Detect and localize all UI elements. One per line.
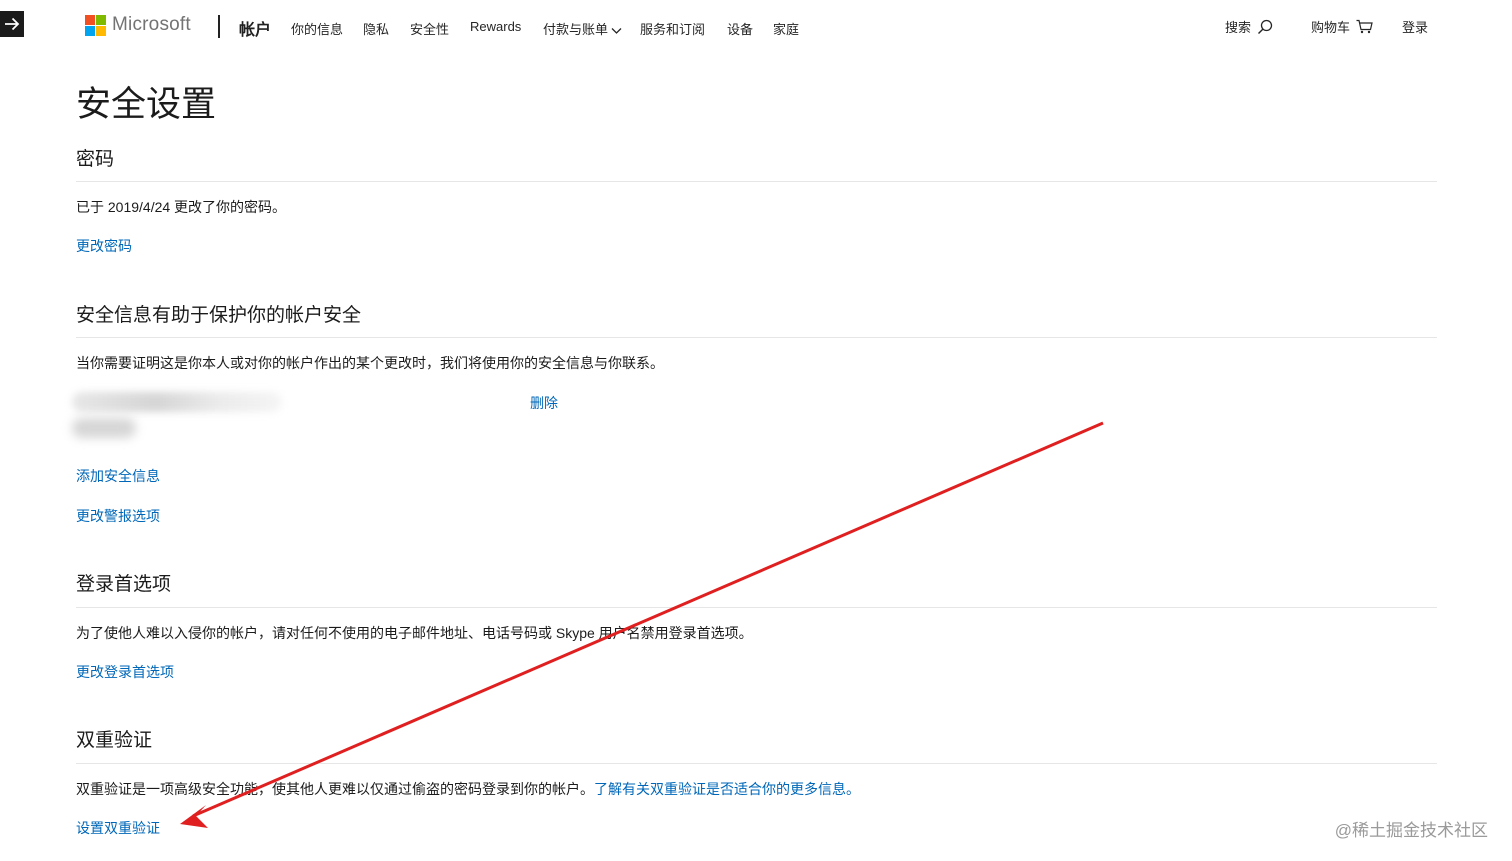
exit-button[interactable] — [0, 11, 24, 37]
add-security-info-link[interactable]: 添加安全信息 — [76, 466, 160, 486]
security-info-section-title: 安全信息有助于保护你的帐户安全 — [76, 305, 362, 326]
search-button[interactable]: 搜索 — [1225, 17, 1273, 36]
header-divider — [218, 15, 220, 38]
security-info-description: 当你需要证明这是你本人或对你的帐户作出的某个更改时，我们将使用你的安全信息与你联… — [76, 355, 664, 371]
redacted-contact-info — [72, 392, 282, 412]
nav-item-privacy[interactable]: 隐私 — [363, 19, 389, 38]
change-signin-prefs-link[interactable]: 更改登录首选项 — [76, 662, 174, 682]
nav-item-label: Rewards — [470, 19, 522, 34]
nav-item-family[interactable]: 家庭 — [773, 19, 799, 38]
nav-item-label: 付款与账单 — [543, 22, 609, 37]
cart-label: 购物车 — [1311, 20, 1351, 35]
annotation-arrow — [180, 421, 1104, 828]
chevron-down-icon — [611, 27, 622, 34]
nav-item-label: 隐私 — [363, 22, 390, 37]
cart-button[interactable]: 购物车 — [1311, 17, 1373, 36]
nav-item-security[interactable]: 安全性 — [410, 19, 449, 38]
nav-item-devices[interactable]: 设备 — [727, 19, 753, 38]
two-step-description: 双重验证是一项高级安全功能，使其他人更难以仅通过偷盗的密码登录到你的帐户。 — [76, 781, 594, 797]
two-step-learn-more-link[interactable]: 了解有关双重验证是否适合你的更多信息。 — [594, 781, 860, 797]
signin-label: 登录 — [1402, 20, 1429, 35]
nav-item-label: 服务和订阅 — [640, 22, 706, 37]
password-section-title: 密码 — [76, 149, 115, 170]
two-step-section-title: 双重验证 — [76, 730, 153, 751]
search-label: 搜索 — [1225, 20, 1252, 35]
nav-item-label: 安全性 — [410, 22, 450, 37]
nav-item-label: 家庭 — [773, 22, 800, 37]
signin-prefs-description: 为了使他人难以入侵你的帐户，请对任何不使用的电子邮件地址、电话号码或 Skype… — [76, 625, 753, 641]
signin-link[interactable]: 登录 — [1402, 17, 1428, 36]
microsoft-logo-icon — [85, 14, 106, 36]
search-icon — [1258, 19, 1273, 34]
password-status-text: 已于 2019/4/24 更改了你的密码。 — [76, 199, 287, 215]
section-divider — [76, 763, 1437, 764]
cart-icon — [1356, 19, 1373, 34]
change-alert-options-link[interactable]: 更改警报选项 — [76, 506, 160, 526]
change-password-link[interactable]: 更改密码 — [76, 236, 132, 256]
nav-item-rewards[interactable]: Rewards — [470, 19, 521, 34]
redacted-contact-type — [72, 418, 136, 438]
delete-security-info-link[interactable]: 删除 — [530, 393, 558, 413]
microsoft-logo[interactable]: Microsoft — [85, 14, 191, 36]
nav-item-services-subscriptions[interactable]: 服务和订阅 — [640, 19, 705, 38]
page-title: 安全设置 — [76, 85, 217, 124]
account-nav-title[interactable]: 帐户 — [239, 16, 271, 40]
nav-item-label: 你的信息 — [291, 22, 344, 37]
setup-two-step-link[interactable]: 设置双重验证 — [76, 818, 160, 838]
two-step-description-line: 双重验证是一项高级安全功能，使其他人更难以仅通过偷盗的密码登录到你的帐户。了解有… — [76, 779, 860, 799]
nav-item-payment-billing[interactable]: 付款与账单 — [543, 19, 622, 38]
watermark: @稀土掘金技术社区 — [1334, 821, 1488, 840]
section-divider — [76, 337, 1437, 338]
brand-name: Microsoft — [112, 14, 191, 35]
section-divider — [76, 181, 1437, 182]
nav-item-label: 设备 — [727, 22, 754, 37]
nav-item-your-info[interactable]: 你的信息 — [291, 19, 343, 38]
exit-arrow-icon — [5, 17, 20, 31]
section-divider — [76, 607, 1437, 608]
signin-prefs-section-title: 登录首选项 — [76, 574, 172, 595]
